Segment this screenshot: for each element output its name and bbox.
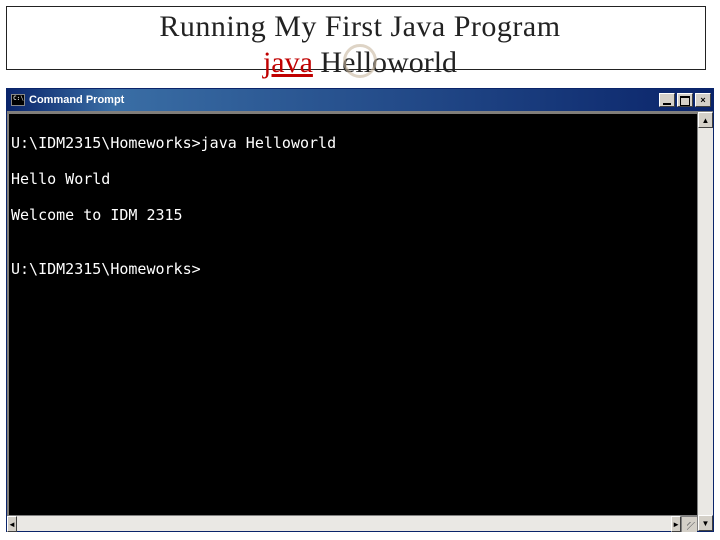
hscroll-track[interactable]	[17, 516, 671, 531]
window-buttons: ×	[659, 93, 711, 107]
scroll-down-button[interactable]: ▼	[698, 515, 713, 531]
cmd-system-icon[interactable]	[11, 94, 25, 106]
window-title-text: Command Prompt	[29, 94, 659, 106]
command-prompt-window: Command Prompt × U:\IDM2315\Homeworks>ja…	[6, 88, 714, 532]
terminal-line: U:\IDM2315\Homeworks>java Helloworld	[11, 134, 695, 152]
minimize-button[interactable]	[659, 93, 675, 107]
window-client-area: U:\IDM2315\Homeworks>java Helloworld Hel…	[7, 111, 713, 531]
close-button[interactable]: ×	[695, 93, 711, 107]
vertical-scrollbar[interactable]: ▲ ▼	[697, 112, 713, 531]
terminal-output[interactable]: U:\IDM2315\Homeworks>java Helloworld Hel…	[7, 112, 697, 515]
scroll-right-button[interactable]: ►	[671, 516, 681, 532]
subtitle-java-keyword: java	[263, 46, 313, 79]
slide-title: Running My First Java Program	[0, 10, 720, 44]
subtitle-program-name: Helloworld	[320, 46, 457, 79]
window-titlebar[interactable]: Command Prompt ×	[7, 89, 713, 111]
scroll-left-button[interactable]: ◄	[7, 516, 17, 532]
scroll-up-button[interactable]: ▲	[698, 112, 713, 128]
slide-subtitle: java Helloworld	[263, 46, 457, 80]
terminal-line: U:\IDM2315\Homeworks>	[11, 260, 695, 278]
resize-grip-icon[interactable]	[681, 516, 697, 532]
terminal-container: U:\IDM2315\Homeworks>java Helloworld Hel…	[7, 112, 697, 531]
slide-title-area: Running My First Java Program java Hello…	[0, 0, 720, 80]
horizontal-scrollbar[interactable]: ◄ ►	[7, 515, 697, 531]
maximize-button[interactable]	[677, 93, 693, 107]
terminal-line: Welcome to IDM 2315	[11, 206, 695, 224]
terminal-line: Hello World	[11, 170, 695, 188]
vscroll-track[interactable]	[698, 128, 713, 515]
